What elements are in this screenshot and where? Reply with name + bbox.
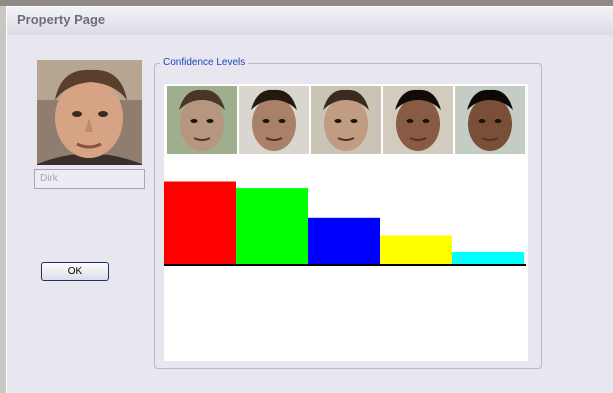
candidate-face-2-icon [239, 86, 309, 154]
candidate-face-5-icon [455, 86, 525, 154]
confidence-levels-label: Confidence Levels [160, 57, 249, 68]
confidence-bar-4 [380, 235, 452, 264]
ok-button[interactable]: OK [41, 262, 109, 281]
confidence-bar-chart [164, 181, 526, 266]
property-page-window: Property Page Dirk OK Confidence Levels [6, 6, 613, 393]
confidence-bar-3 [308, 217, 380, 264]
candidate-face-4-icon [383, 86, 453, 154]
candidate-face-1-icon [167, 86, 237, 154]
confidence-bar-1 [164, 181, 236, 264]
confidence-bar-2 [236, 188, 308, 264]
confidence-bar-5 [452, 251, 524, 264]
window-title: Property Page [17, 12, 106, 27]
name-field[interactable]: Dirk [34, 169, 145, 189]
person-photo-icon [37, 60, 142, 165]
candidate-face-3-icon [311, 86, 381, 154]
confidence-chart [164, 84, 528, 361]
title-bar: Property Page [7, 7, 613, 35]
